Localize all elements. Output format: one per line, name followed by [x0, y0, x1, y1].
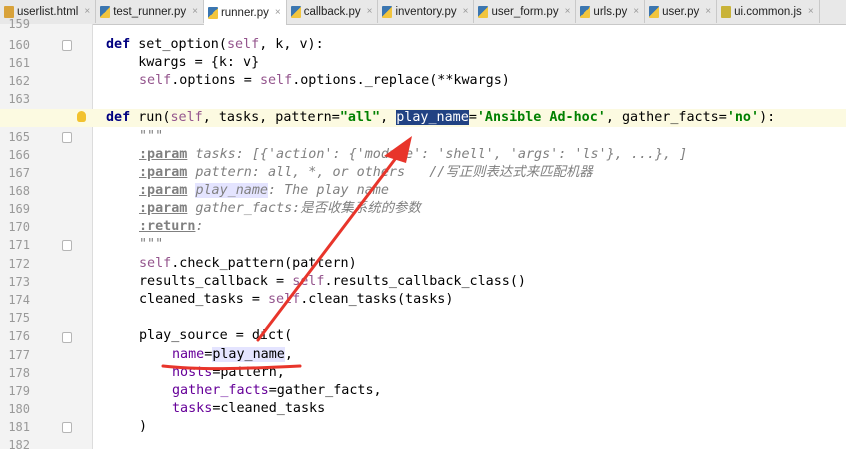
code-line-174[interactable]: cleaned_tasks = self.clean_tasks(tasks): [0, 291, 846, 309]
code-line-176[interactable]: play_source = dict(: [0, 327, 846, 345]
code-editor[interactable]: 1591601611621631641651661671681691701711…: [0, 17, 846, 452]
code-line-169[interactable]: :param gather_facts:是否收集系统的参数: [0, 200, 846, 218]
selected-play-name[interactable]: play_name: [396, 110, 469, 125]
code-line-181[interactable]: ): [0, 418, 846, 436]
code-line-168[interactable]: :param play_name: The play name: [0, 182, 846, 200]
code-line-172[interactable]: self.check_pattern(pattern): [0, 255, 846, 273]
code-line-179[interactable]: gather_facts=gather_facts,: [0, 382, 846, 400]
line-number: 175: [8, 311, 30, 325]
code-line-161[interactable]: kwargs = {k: v}: [0, 54, 846, 72]
code-line-171[interactable]: """: [0, 236, 846, 254]
code-line-162[interactable]: self.options = self.options._replace(**k…: [0, 72, 846, 90]
intention-bulb-icon[interactable]: [77, 111, 86, 122]
code-line-177[interactable]: name=play_name,: [0, 346, 846, 364]
line-number: 182: [8, 438, 30, 452]
code-line-180[interactable]: tasks=cleaned_tasks: [0, 400, 846, 418]
code-line-160[interactable]: def set_option(self, k, v):: [0, 36, 846, 54]
code-line-178[interactable]: hosts=pattern,: [0, 364, 846, 382]
line-number: 163: [8, 92, 30, 106]
code-line-173[interactable]: results_callback = self.results_callback…: [0, 273, 846, 291]
code-line-170[interactable]: :return:: [0, 218, 846, 236]
code-line-166[interactable]: :param tasks: [{'action': {'module': 'sh…: [0, 146, 846, 164]
code-line-165[interactable]: """: [0, 128, 846, 146]
code-line-167[interactable]: :param pattern: all, *, or others //写正则表…: [0, 164, 846, 182]
code-line-164-current[interactable]: def run(self, tasks, pattern="all", play…: [0, 109, 846, 128]
